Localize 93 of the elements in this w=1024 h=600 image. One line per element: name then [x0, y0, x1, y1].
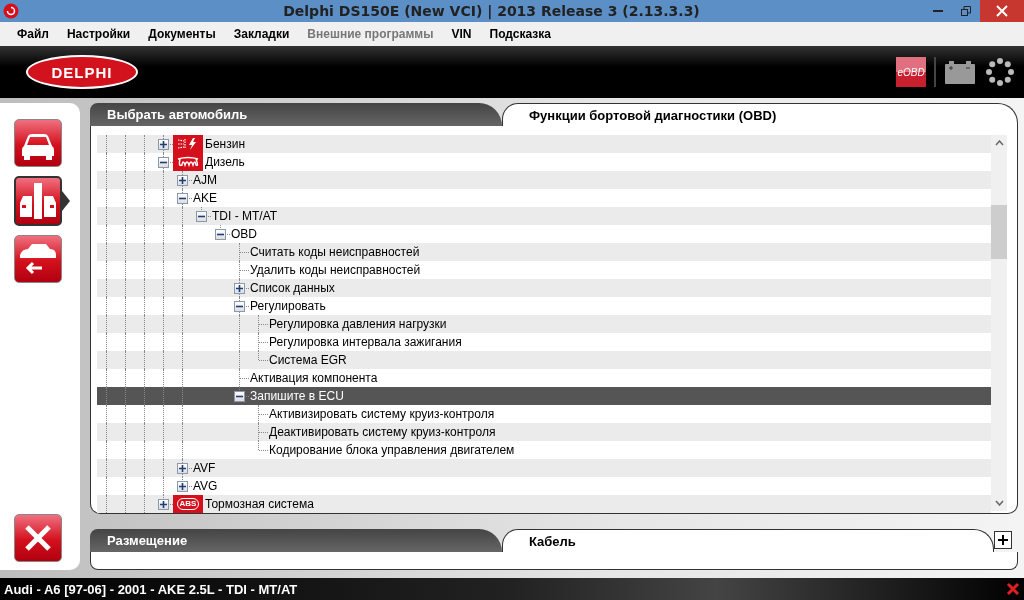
close-icon	[23, 523, 53, 553]
minus-icon	[236, 303, 243, 310]
tree-item-label: TDI - MT/AT	[211, 209, 278, 223]
tab[interactable]: Кабель	[502, 529, 994, 552]
menu-item[interactable]: Подсказка	[480, 27, 560, 41]
tree-row[interactable]: Деактивировать систему круиз-контроля	[97, 423, 991, 441]
tree-row[interactable]: ABS Тормозная система	[97, 495, 991, 513]
expand-toggle[interactable]	[177, 175, 188, 186]
car-arrow-icon	[18, 241, 58, 277]
expand-toggle[interactable]	[234, 283, 245, 294]
vehicle-info: Audi - A6 [97-06] - 2001 - AKE 2.5L - TDI - MT/AT	[4, 581, 299, 597]
tree-row[interactable]: Система EGR	[97, 351, 991, 369]
tree-item-label: Тормозная система	[204, 497, 314, 511]
tree-row[interactable]: Бензин	[97, 135, 991, 153]
expand-toggle[interactable]	[177, 481, 188, 492]
tree-item-label: Активация компонента	[249, 371, 378, 385]
close-icon[interactable]	[1006, 582, 1020, 596]
tree-row[interactable]: AJM	[97, 171, 991, 189]
menu-item[interactable]: VIN	[442, 27, 481, 41]
collapse-toggle[interactable]	[234, 391, 245, 402]
collapse-toggle[interactable]	[177, 193, 188, 204]
tree-item-label: Кодирование блока управления двигателем	[268, 443, 515, 457]
minus-icon	[217, 231, 224, 238]
scrollbar-thumb[interactable]	[991, 205, 1007, 259]
plus-icon	[179, 465, 186, 472]
app-icon	[3, 3, 19, 19]
cancel-button[interactable]	[14, 514, 62, 562]
tree-item-label: Деактивировать систему круиз-контроля	[268, 425, 496, 439]
menu-item[interactable]: Настройки	[57, 27, 140, 41]
plus-icon	[236, 285, 243, 292]
minimize-icon	[933, 10, 943, 12]
plus-icon	[998, 535, 1008, 545]
tree-row[interactable]: Список данных	[97, 279, 991, 297]
tree-row[interactable]: AVF	[97, 459, 991, 477]
glow-plug-icon	[173, 153, 203, 171]
plus-icon	[160, 141, 167, 148]
sidebar-button[interactable]	[14, 176, 62, 226]
tree-item-label: Список данных	[249, 281, 335, 295]
plus-icon	[179, 483, 186, 490]
close-icon	[996, 5, 1008, 17]
tree-item-label: Регулировка давления нагрузки	[268, 317, 447, 331]
plus-icon	[179, 177, 186, 184]
loading-spinner-icon	[986, 58, 1014, 86]
tree-item-label: Считать коды неисправностей	[249, 245, 420, 259]
eobd-badge[interactable]: eOBD	[896, 57, 926, 87]
tree-item-label: Бензин	[204, 137, 245, 151]
tree-row[interactable]: Считать коды неисправностей	[97, 243, 991, 261]
sidebar-button[interactable]	[14, 119, 62, 167]
collapse-toggle[interactable]	[234, 301, 245, 312]
minus-icon	[179, 195, 186, 202]
expand-toggle[interactable]	[158, 499, 169, 510]
menu-item[interactable]: Файл	[8, 27, 58, 41]
tree-item-label: AJM	[192, 173, 217, 187]
minus-icon	[198, 213, 205, 220]
tree-row[interactable]: TDI - MT/AT	[97, 207, 991, 225]
close-button[interactable]	[980, 0, 1024, 22]
fuel-system-icon	[173, 135, 203, 153]
tree-item-label: Регулировка интервала зажигания	[268, 335, 462, 349]
tree-item-label: Дизель	[204, 155, 245, 169]
menu-item[interactable]: Закладки	[224, 27, 299, 41]
add-button[interactable]	[994, 531, 1012, 549]
logo: DELPHI	[26, 55, 138, 89]
minus-icon	[160, 159, 167, 166]
collapse-toggle[interactable]	[158, 157, 169, 168]
collapse-toggle[interactable]	[215, 229, 226, 240]
tree-item-label: Удалить коды неисправностей	[249, 263, 421, 277]
restore-icon	[961, 6, 971, 16]
scrollbar[interactable]	[991, 135, 1007, 511]
tree-item-label: AKE	[192, 191, 217, 205]
battery-icon	[944, 59, 976, 85]
sidebar-button[interactable]	[14, 235, 62, 283]
tree-item-label: AVG	[192, 479, 218, 493]
tree-item-label: Регулировать	[249, 299, 326, 313]
pointer-arrow-icon	[62, 191, 70, 211]
tab[interactable]: Функции бортовой диагностики (OBD)	[502, 103, 1018, 126]
tree-item-label: Система EGR	[268, 353, 347, 367]
tree-row[interactable]: Регулировка давления нагрузки	[97, 315, 991, 333]
cars-icon	[18, 181, 58, 221]
tree-item-label: Запишите в ECU	[249, 389, 344, 403]
tab[interactable]: Размещение	[90, 529, 502, 552]
abs-icon: ABS	[173, 495, 203, 513]
tree-row[interactable]: Запишите в ECU	[97, 387, 991, 405]
expand-toggle[interactable]	[177, 463, 188, 474]
collapse-toggle[interactable]	[196, 211, 207, 222]
minus-icon	[236, 393, 243, 400]
tree-item-label: AVF	[192, 461, 216, 475]
tree-item-label: Активизировать систему круиз-контроля	[268, 407, 495, 421]
expand-toggle[interactable]	[158, 139, 169, 150]
tree-item-label: OBD	[230, 227, 257, 241]
plus-icon	[160, 501, 167, 508]
menu-item[interactable]: Документы	[139, 27, 225, 41]
window-title: Delphi DS150E (New VCI) | 2013 Release 3 (2.13.3.3)	[282, 3, 701, 19]
tab[interactable]: Выбрать автомобиль	[90, 103, 502, 126]
